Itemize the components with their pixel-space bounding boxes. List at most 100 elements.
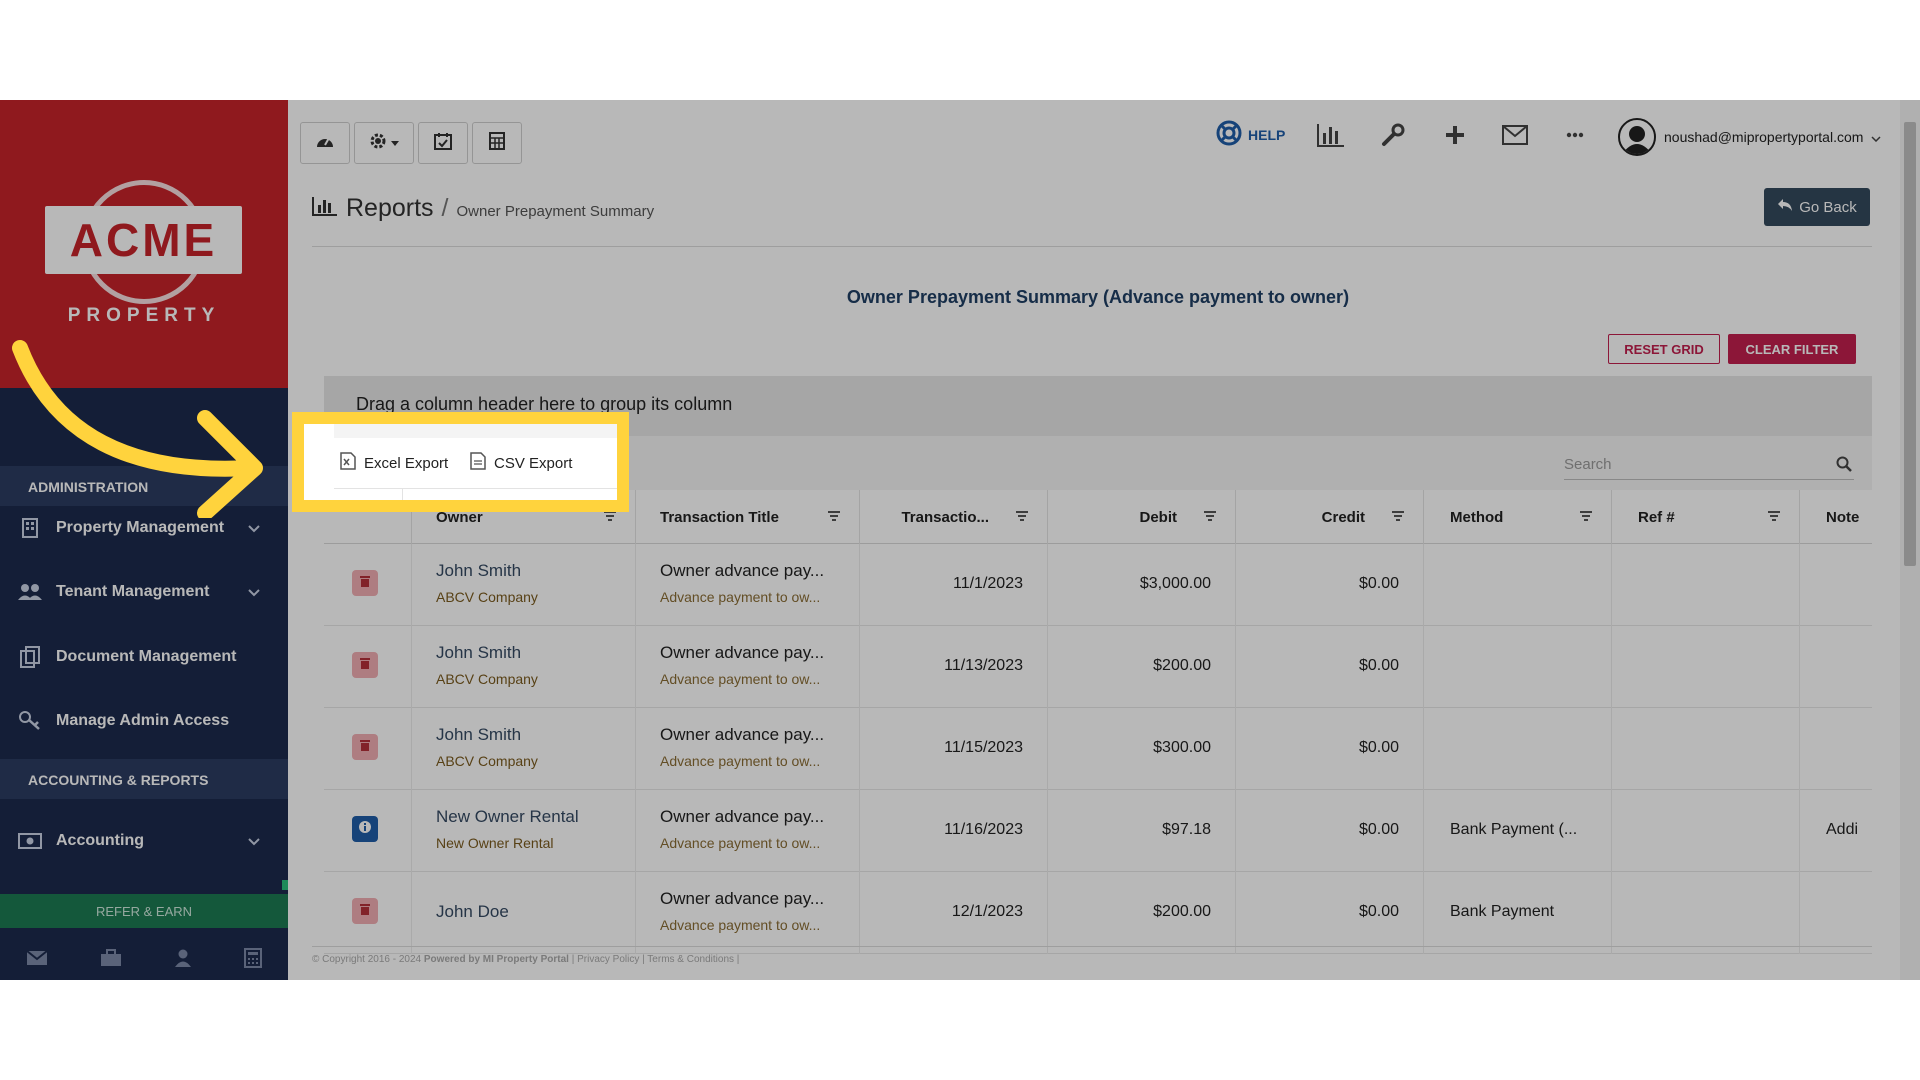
- filter-icon[interactable]: [1391, 509, 1405, 526]
- filter-icon[interactable]: [1203, 509, 1217, 526]
- cell-transaction-date: 11/16/2023: [860, 790, 1048, 872]
- breadcrumb-separator: /: [441, 194, 449, 222]
- table-row[interactable]: John Doe Owner advance pay... Advance paym…: [324, 872, 1872, 954]
- page-content: Reports / Owner Prepayment Summary Go Ba…: [288, 180, 1920, 980]
- transaction-title: Owner advance pay...: [660, 807, 825, 826]
- briefcase-icon[interactable]: [100, 948, 122, 972]
- filter-icon[interactable]: [1015, 509, 1029, 526]
- page-scrollbar[interactable]: [1900, 100, 1920, 980]
- column-header-transaction-date[interactable]: Transactio...: [860, 490, 1048, 544]
- owner-name: John Smith: [436, 561, 522, 580]
- cell-action: [324, 544, 412, 626]
- mail-icon[interactable]: [26, 949, 48, 971]
- lifebuoy-icon: [1216, 120, 1242, 149]
- breadcrumb-current: Owner Prepayment Summary: [456, 203, 655, 220]
- column-header-credit[interactable]: Credit: [1236, 490, 1424, 544]
- calculator-icon[interactable]: [244, 947, 262, 973]
- transaction-date: 12/1/2023: [951, 903, 1023, 920]
- footer-copyright: © Copyright 2016 - 2024: [312, 954, 422, 965]
- table-row[interactable]: John Smith ABCV Company Owner advance pay.…: [324, 626, 1872, 708]
- owner-company: ABCV Company: [436, 589, 538, 605]
- column-label: Method: [1450, 508, 1504, 526]
- sidebar-item-document-management[interactable]: Document Management: [0, 627, 288, 687]
- cell-transaction-title: Owner advance pay... Advance payment to o…: [636, 708, 860, 790]
- cell-transaction-date: 11/15/2023: [860, 708, 1048, 790]
- trash-icon: [359, 574, 371, 593]
- reset-grid-button[interactable]: RESET GRID: [1608, 334, 1720, 364]
- section-accounting-reports: ACCOUNTING & REPORTS: [0, 759, 288, 799]
- column-label: Transactio...: [901, 508, 989, 526]
- wrench-icon[interactable]: [1378, 120, 1408, 150]
- table-row[interactable]: John Smith ABCV Company Owner advance pay.…: [324, 544, 1872, 626]
- filter-icon[interactable]: [1579, 509, 1593, 526]
- report-title: Owner Prepayment Summary (Advance paymen…: [846, 287, 1350, 307]
- search-icon[interactable]: [1836, 456, 1852, 476]
- credit-amount: $0.00: [1358, 657, 1399, 674]
- column-header-debit[interactable]: Debit: [1048, 490, 1236, 544]
- column-header-method[interactable]: Method: [1424, 490, 1612, 544]
- table-row[interactable]: John Smith ABCV Company Owner advance pay.…: [324, 708, 1872, 790]
- logo-subtitle: PROPERTY: [67, 305, 221, 326]
- column-header-ref[interactable]: Ref #: [1612, 490, 1800, 544]
- footer-powered[interactable]: Powered by MI Property Portal: [424, 954, 569, 965]
- delete-button[interactable]: [352, 734, 378, 760]
- page-title[interactable]: Reports: [346, 194, 434, 223]
- calendar-button[interactable]: [418, 122, 468, 164]
- clear-filter-button[interactable]: CLEAR FILTER: [1728, 334, 1856, 364]
- column-header-transaction-title[interactable]: Transaction Title: [636, 490, 860, 544]
- owner-name: John Doe: [436, 902, 509, 921]
- cell-ref: [1612, 544, 1800, 626]
- calculator-button[interactable]: [472, 122, 522, 164]
- column-header-note[interactable]: Note: [1800, 490, 1872, 544]
- column-label: Ref #: [1638, 508, 1675, 526]
- sidebar-item-accounting[interactable]: Accounting: [0, 811, 288, 871]
- help-label: HELP: [1248, 126, 1286, 143]
- help-link[interactable]: HELP: [1216, 120, 1285, 149]
- logo-text: ACME: [69, 214, 218, 266]
- cell-transaction-date: 11/13/2023: [860, 626, 1048, 708]
- go-back-button[interactable]: Go Back: [1764, 188, 1870, 226]
- cell-action: [324, 872, 412, 954]
- cell-action: [324, 708, 412, 790]
- sidebar-item-label: Document Management: [56, 648, 237, 665]
- user-icon[interactable]: [174, 949, 192, 972]
- cell-transaction-title: Owner advance pay... Advance payment to o…: [636, 790, 860, 872]
- sidebar: ACME PROPERTY ADMINISTRATION Property Ma…: [0, 100, 288, 980]
- refer-earn-button[interactable]: REFER & EARN: [0, 894, 288, 928]
- scrollbar-thumb[interactable]: [1904, 122, 1916, 566]
- column-label: Debit: [1139, 508, 1178, 526]
- tutorial-highlight-box: [292, 412, 629, 512]
- cell-credit: $0.00: [1236, 872, 1424, 954]
- search-placeholder: Search: [1564, 456, 1612, 473]
- filter-icon[interactable]: [1767, 509, 1781, 526]
- credit-amount: $0.00: [1358, 739, 1399, 756]
- owner-company: ABCV Company: [436, 671, 538, 687]
- sidebar-item-manage-admin-access[interactable]: Manage Admin Access: [0, 691, 288, 751]
- info-button[interactable]: [352, 816, 378, 842]
- cell-note: [1800, 708, 1872, 790]
- cell-note: Addi: [1800, 790, 1872, 872]
- cell-debit: $300.00: [1048, 708, 1236, 790]
- bar-chart-icon[interactable]: [1316, 120, 1346, 150]
- mail-icon[interactable]: [1500, 120, 1530, 150]
- owner-company: ABCV Company: [436, 753, 538, 769]
- users-icon: [18, 580, 42, 604]
- settings-dropdown-button[interactable]: [354, 122, 414, 164]
- table-row[interactable]: New Owner Rental New Owner Rental Owner ad…: [324, 790, 1872, 872]
- dashboard-button[interactable]: [300, 122, 350, 164]
- more-icon[interactable]: [1560, 120, 1590, 150]
- user-menu[interactable]: noushad@mipropertyportal.com: [1618, 118, 1881, 156]
- topbar: HELP noushad@mipropertyportal.com: [288, 100, 1920, 180]
- plus-icon[interactable]: [1440, 120, 1470, 150]
- search-input[interactable]: Search: [1564, 450, 1854, 480]
- sidebar-item-tenant-management[interactable]: Tenant Management: [0, 562, 288, 622]
- delete-button[interactable]: [352, 652, 378, 678]
- payment-method: Bank Payment: [1450, 903, 1555, 920]
- delete-button[interactable]: [352, 898, 378, 924]
- delete-button[interactable]: [352, 570, 378, 596]
- cell-debit: $3,000.00: [1048, 544, 1236, 626]
- filter-icon[interactable]: [827, 509, 841, 526]
- payment-method: Bank Payment (...: [1450, 821, 1578, 838]
- cell-debit: $97.18: [1048, 790, 1236, 872]
- footer-links[interactable]: | Privacy Policy | Terms & Conditions |: [572, 954, 740, 965]
